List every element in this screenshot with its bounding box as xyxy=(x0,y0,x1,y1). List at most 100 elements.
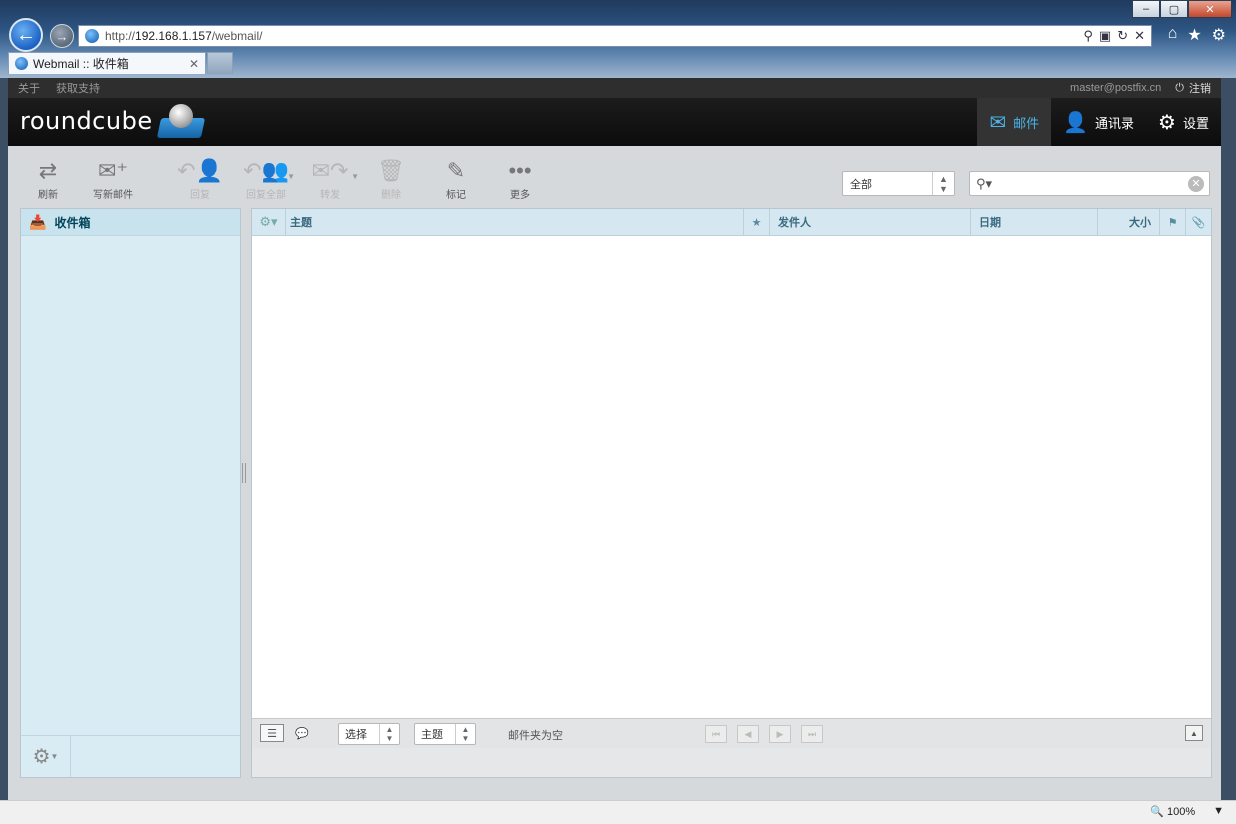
column-attachment[interactable]: 📎 xyxy=(1186,209,1211,235)
select-arrows-icon: ▲ ▼ xyxy=(455,724,475,744)
pane-splitter[interactable] xyxy=(242,463,246,483)
top-line: 关于 获取支持 master@postfix.cn ⏻ 注销 xyxy=(8,78,1221,98)
gear-icon: ⚙▾ xyxy=(259,214,278,229)
mark-button[interactable]: ✎ 标记 xyxy=(431,158,481,201)
list-bottom-bar xyxy=(252,748,1211,777)
select-dropdown[interactable]: 选择 ▲ ▼ xyxy=(338,723,400,745)
next-page-icon: ▶ xyxy=(776,728,784,739)
list-icon: ☰ xyxy=(267,727,277,740)
inbox-icon: 📥 xyxy=(29,213,47,230)
taskbar: ✉ 邮件 👤 通讯录 ⚙ 设置 xyxy=(977,98,1221,146)
browser-tools: ⌂ ★ ⚙ xyxy=(1168,25,1226,45)
chevron-down-icon[interactable]: ▼ xyxy=(351,172,359,181)
gear-icon[interactable]: ⚙ xyxy=(1212,25,1226,45)
marker-icon: ✎ xyxy=(446,158,466,183)
trash-icon: 🗑 xyxy=(377,158,405,183)
list-header: ⚙▾ 主题 ★ 发件人 日期 大小 ⚑ 📎 xyxy=(252,209,1211,236)
address-bar[interactable]: http://192.168.1.157/webmail/ ⚲ ▣ ↻ ✕ xyxy=(78,25,1152,47)
browser-tab[interactable]: Webmail :: 收件箱 ✕ xyxy=(8,52,206,74)
zoom-control[interactable]: 🔍 100% ▼ xyxy=(1150,805,1224,818)
site-icon xyxy=(85,29,99,43)
column-size[interactable]: 大小 xyxy=(1098,209,1160,235)
delete-button[interactable]: 🗑 删除 xyxy=(366,158,416,201)
column-status[interactable]: ⚑ xyxy=(1160,209,1186,235)
reply-all-button[interactable]: ↶👥 回复全部 ▼ xyxy=(241,158,295,201)
maximize-button[interactable]: ▢ xyxy=(1160,0,1188,18)
list-mode-button[interactable]: ☰ xyxy=(260,724,284,742)
paperclip-icon: 📎 xyxy=(1191,216,1206,229)
tab-close-icon[interactable]: ✕ xyxy=(189,57,199,71)
address-tools: ⚲ ▣ ↻ ✕ xyxy=(1083,28,1145,44)
about-link[interactable]: 关于 xyxy=(18,80,40,96)
first-page-button[interactable]: ⏮ xyxy=(705,725,727,743)
reply-icon: ↶👤 xyxy=(177,158,223,183)
username: master@postfix.cn xyxy=(1070,82,1162,94)
stop-icon[interactable]: ✕ xyxy=(1134,28,1145,44)
folder-options-button[interactable]: ⚙ ▼ xyxy=(21,736,71,777)
next-page-button[interactable]: ▶ xyxy=(769,725,791,743)
arrow-right-icon: → xyxy=(55,28,69,44)
toggle-preview-button[interactable]: ▲ xyxy=(1185,725,1203,741)
logo-cube-icon xyxy=(156,104,205,138)
compose-button[interactable]: ✉⁺ 写新邮件 xyxy=(88,158,138,201)
thread-mode-button[interactable]: 💬 xyxy=(290,724,314,742)
column-date[interactable]: 日期 xyxy=(971,209,1098,235)
favorites-icon[interactable]: ★ xyxy=(1187,25,1201,45)
gear-icon: ⚙ xyxy=(32,746,51,768)
home-icon[interactable]: ⌂ xyxy=(1168,25,1178,45)
webmail-app: 关于 获取支持 master@postfix.cn ⏻ 注销 roundcube … xyxy=(8,78,1221,800)
reply-button[interactable]: ↶👤 回复 xyxy=(175,158,225,201)
chevron-down-icon[interactable]: ▼ xyxy=(287,172,295,181)
list-options-button[interactable]: ⚙▾ xyxy=(252,209,286,235)
column-subject[interactable]: 主题 xyxy=(286,209,744,235)
chevron-down-icon: ▼ xyxy=(50,752,59,761)
logout-button[interactable]: ⏻ 注销 xyxy=(1175,80,1211,96)
last-page-icon: ⏭ xyxy=(807,728,817,739)
search-icon[interactable]: ⚲▾ xyxy=(976,176,992,192)
roundcube-logo[interactable]: roundcube xyxy=(20,104,205,138)
power-icon: ⏻ xyxy=(1175,81,1184,94)
forward-button[interactable]: ✉↷ 转发 ▼ xyxy=(305,158,359,201)
zoom-icon: 🔍 xyxy=(1150,806,1164,818)
column-from[interactable]: 发件人 xyxy=(770,209,971,235)
clear-search-icon[interactable]: ✕ xyxy=(1188,175,1204,192)
forward-button[interactable]: → xyxy=(50,24,74,48)
prev-page-button[interactable]: ◀ xyxy=(737,725,759,743)
star-icon: ★ xyxy=(751,216,762,229)
message-list: ⚙▾ 主题 ★ 发件人 日期 大小 ⚑ 📎 ☰ 💬 选择 ▲ ▼ 主题 ▲ ▼ 邮件… xyxy=(251,208,1212,778)
filter-select[interactable]: 全部 ▲ ▼ xyxy=(842,171,955,196)
more-dots-icon: ••• xyxy=(508,158,532,183)
message-count: 邮件夹为空 xyxy=(508,730,563,742)
folder-inbox[interactable]: 📥 收件箱 xyxy=(21,209,240,236)
expand-icon: ▲ xyxy=(1190,728,1198,738)
task-contacts[interactable]: 👤 通讯录 xyxy=(1051,98,1146,146)
search-input[interactable] xyxy=(996,173,1188,194)
refresh-button[interactable]: ⇄ 刷新 xyxy=(23,158,73,201)
task-mail[interactable]: ✉ 邮件 xyxy=(977,98,1052,146)
first-page-icon: ⏮ xyxy=(711,728,721,739)
select-arrows-icon: ▲ ▼ xyxy=(379,724,399,744)
folder-pane: 📥 收件箱 ⚙ ▼ xyxy=(20,208,241,778)
compat-icon[interactable]: ▣ xyxy=(1099,28,1111,44)
select-arrows-icon: ▲ ▼ xyxy=(932,172,954,195)
search-icon[interactable]: ⚲ xyxy=(1083,28,1093,44)
column-flag[interactable]: ★ xyxy=(744,209,770,235)
support-link[interactable]: 获取支持 xyxy=(56,80,100,96)
close-window-button[interactable]: ✕ xyxy=(1188,0,1232,18)
refresh-icon: ⇄ xyxy=(38,158,58,183)
refresh-icon[interactable]: ↻ xyxy=(1117,28,1128,44)
chevron-down-icon[interactable]: ▼ xyxy=(1213,805,1224,818)
more-button[interactable]: ••• 更多 xyxy=(495,158,545,201)
new-tab-button[interactable] xyxy=(207,52,233,74)
settings-icon: ⚙ xyxy=(1158,111,1176,134)
back-button[interactable]: ← xyxy=(9,18,43,52)
contacts-icon: 👤 xyxy=(1063,111,1089,134)
minimize-button[interactable]: ‒ xyxy=(1132,0,1160,18)
threads-dropdown[interactable]: 主题 ▲ ▼ xyxy=(414,723,476,745)
browser-status-bar: 🔍 100% ▼ xyxy=(0,800,1236,824)
last-page-button[interactable]: ⏭ xyxy=(801,725,823,743)
task-settings[interactable]: ⚙ 设置 xyxy=(1146,98,1221,146)
reply-all-icon: ↶👥 xyxy=(243,158,289,183)
toolbar: ⇄ 刷新 ✉⁺ 写新邮件 ↶👤 回复 ↶👥 回复全部 ▼ ✉↷ 转发 ▼ 🗑 删… xyxy=(8,146,1221,206)
header: roundcube ✉ 邮件 👤 通讯录 ⚙ 设置 xyxy=(8,98,1221,146)
